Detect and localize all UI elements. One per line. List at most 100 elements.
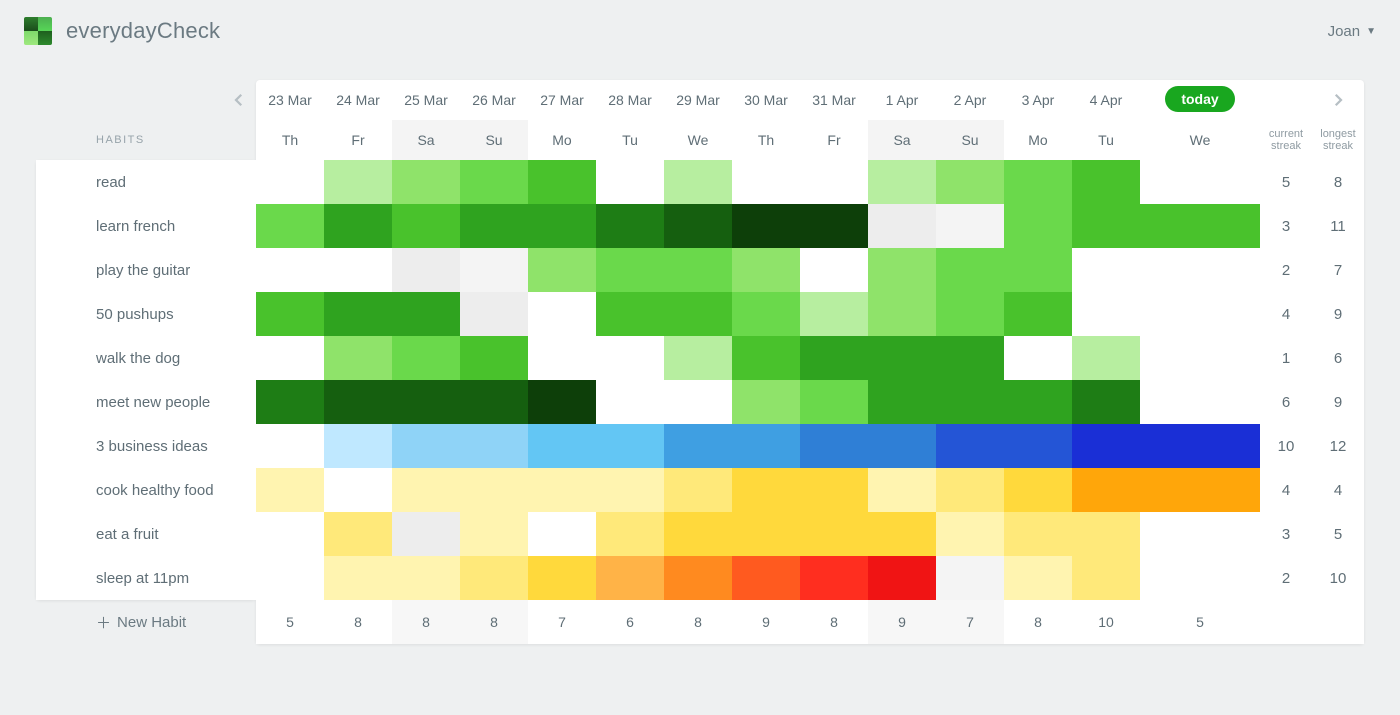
habit-day-cell[interactable] [936, 248, 1004, 292]
habit-day-cell[interactable] [1004, 336, 1072, 380]
habit-day-cell[interactable] [1072, 336, 1140, 380]
habit-day-cell[interactable] [732, 248, 800, 292]
habit-day-cell[interactable] [392, 204, 460, 248]
habit-day-cell[interactable] [460, 248, 528, 292]
habit-day-cell[interactable] [868, 512, 936, 556]
habit-day-cell[interactable] [460, 380, 528, 424]
habit-day-cell[interactable] [800, 160, 868, 204]
habit-name[interactable]: learn french [36, 204, 256, 248]
habit-day-cell[interactable] [392, 160, 460, 204]
habit-day-cell[interactable] [1072, 468, 1140, 512]
habit-day-cell[interactable] [868, 248, 936, 292]
habit-day-cell[interactable] [596, 512, 664, 556]
habit-day-cell[interactable] [256, 380, 324, 424]
habit-day-cell[interactable] [868, 556, 936, 600]
habit-name[interactable]: read [36, 160, 256, 204]
habit-today-cell[interactable] [1140, 468, 1260, 512]
habit-day-cell[interactable] [1072, 424, 1140, 468]
habit-day-cell[interactable] [664, 556, 732, 600]
habit-day-cell[interactable] [664, 380, 732, 424]
habit-day-cell[interactable] [936, 512, 1004, 556]
habit-day-cell[interactable] [596, 336, 664, 380]
habit-day-cell[interactable] [596, 380, 664, 424]
habit-today-cell[interactable] [1140, 292, 1260, 336]
habit-day-cell[interactable] [1072, 292, 1140, 336]
habit-today-cell[interactable] [1140, 248, 1260, 292]
habit-day-cell[interactable] [664, 336, 732, 380]
habit-day-cell[interactable] [596, 292, 664, 336]
habit-name[interactable]: 3 business ideas [36, 424, 256, 468]
habit-day-cell[interactable] [256, 204, 324, 248]
habit-day-cell[interactable] [392, 292, 460, 336]
habit-day-cell[interactable] [460, 424, 528, 468]
habit-day-cell[interactable] [324, 512, 392, 556]
habit-day-cell[interactable] [392, 248, 460, 292]
habit-day-cell[interactable] [1072, 204, 1140, 248]
habit-name[interactable]: sleep at 11pm [36, 556, 256, 600]
habit-day-cell[interactable] [936, 160, 1004, 204]
habit-today-cell[interactable] [1140, 512, 1260, 556]
habit-day-cell[interactable] [936, 424, 1004, 468]
habit-day-cell[interactable] [324, 424, 392, 468]
habit-day-cell[interactable] [392, 468, 460, 512]
habit-day-cell[interactable] [392, 380, 460, 424]
habit-day-cell[interactable] [868, 380, 936, 424]
habit-day-cell[interactable] [732, 512, 800, 556]
habit-day-cell[interactable] [324, 380, 392, 424]
habit-day-cell[interactable] [528, 424, 596, 468]
habit-day-cell[interactable] [460, 204, 528, 248]
habit-day-cell[interactable] [324, 468, 392, 512]
habit-day-cell[interactable] [596, 556, 664, 600]
habit-day-cell[interactable] [256, 336, 324, 380]
habit-day-cell[interactable] [1072, 160, 1140, 204]
habit-day-cell[interactable] [392, 512, 460, 556]
habit-day-cell[interactable] [936, 556, 1004, 600]
habit-day-cell[interactable] [1072, 512, 1140, 556]
habit-day-cell[interactable] [1072, 248, 1140, 292]
habit-day-cell[interactable] [732, 292, 800, 336]
habit-day-cell[interactable] [868, 336, 936, 380]
habit-today-cell[interactable] [1140, 424, 1260, 468]
habit-day-cell[interactable] [528, 336, 596, 380]
habit-day-cell[interactable] [936, 204, 1004, 248]
habit-day-cell[interactable] [732, 556, 800, 600]
habit-day-cell[interactable] [732, 424, 800, 468]
prev-period-button[interactable] [36, 80, 256, 120]
habit-day-cell[interactable] [460, 336, 528, 380]
habit-day-cell[interactable] [596, 248, 664, 292]
habit-name[interactable]: cook healthy food [36, 468, 256, 512]
habit-day-cell[interactable] [1004, 204, 1072, 248]
new-habit-button[interactable]: ＋New Habit [36, 600, 256, 644]
today-button[interactable]: today [1165, 86, 1234, 112]
habit-day-cell[interactable] [800, 556, 868, 600]
habit-day-cell[interactable] [868, 292, 936, 336]
habit-day-cell[interactable] [256, 160, 324, 204]
habit-today-cell[interactable] [1140, 336, 1260, 380]
habit-day-cell[interactable] [732, 336, 800, 380]
habit-day-cell[interactable] [324, 248, 392, 292]
habit-name[interactable]: walk the dog [36, 336, 256, 380]
habit-name[interactable]: eat a fruit [36, 512, 256, 556]
habit-day-cell[interactable] [732, 380, 800, 424]
next-period-button[interactable] [1312, 80, 1364, 120]
habit-day-cell[interactable] [324, 160, 392, 204]
habit-day-cell[interactable] [664, 160, 732, 204]
habit-day-cell[interactable] [596, 160, 664, 204]
habit-day-cell[interactable] [1004, 468, 1072, 512]
habit-day-cell[interactable] [732, 204, 800, 248]
habit-day-cell[interactable] [324, 204, 392, 248]
habit-day-cell[interactable] [1004, 380, 1072, 424]
habit-day-cell[interactable] [800, 468, 868, 512]
habit-day-cell[interactable] [528, 468, 596, 512]
habit-name[interactable]: play the guitar [36, 248, 256, 292]
habit-day-cell[interactable] [256, 512, 324, 556]
habit-day-cell[interactable] [800, 248, 868, 292]
habit-day-cell[interactable] [664, 468, 732, 512]
habit-day-cell[interactable] [528, 512, 596, 556]
habit-day-cell[interactable] [800, 204, 868, 248]
habit-day-cell[interactable] [800, 292, 868, 336]
habit-day-cell[interactable] [596, 468, 664, 512]
habit-today-cell[interactable] [1140, 380, 1260, 424]
habit-day-cell[interactable] [800, 336, 868, 380]
habit-day-cell[interactable] [256, 248, 324, 292]
